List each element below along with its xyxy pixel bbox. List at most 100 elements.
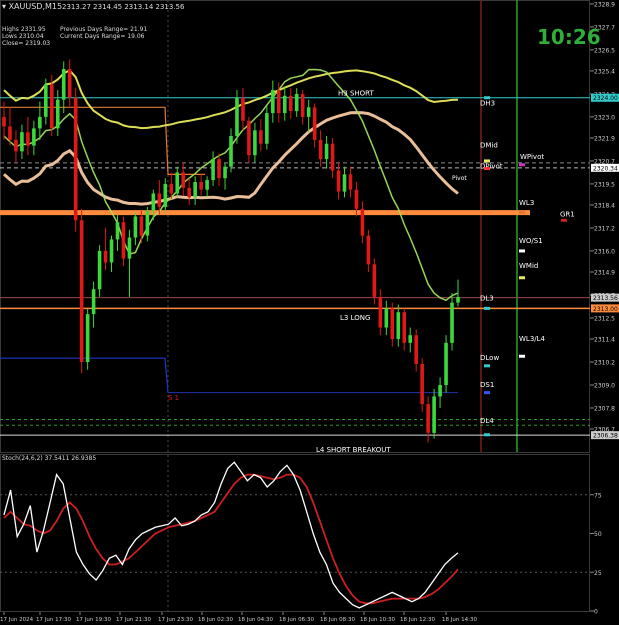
level-label-h3-short: H3 SHORT — [338, 90, 375, 98]
candle-body — [372, 264, 377, 297]
candle-body — [169, 183, 174, 194]
candle-body — [223, 166, 227, 179]
candle-body — [193, 182, 197, 198]
level-label-wl3-l4: WL3/L4 — [519, 335, 546, 343]
candle-body — [408, 335, 413, 343]
time-tick-label: 18 Jun 12:30 — [400, 617, 435, 623]
level-marker — [484, 306, 490, 310]
candle-body — [73, 97, 78, 221]
price-tick-label: 2316.0 — [594, 248, 615, 255]
level-label-wos1: WO/S1 — [519, 237, 543, 245]
candle-body — [384, 308, 389, 328]
level-label-pivot: Pivot — [452, 175, 467, 182]
symbol-label: XAUUSD,M15 — [9, 2, 63, 11]
candle-body — [271, 90, 275, 114]
candle-body — [115, 222, 120, 240]
candle-body — [265, 113, 269, 144]
info-high: Highs 2331.95 — [2, 26, 46, 33]
candle-body — [336, 170, 341, 192]
candle-body — [163, 183, 168, 207]
price-tick-label: 2312.5 — [594, 315, 615, 322]
candle-body — [450, 302, 454, 343]
time-tick-label: 17 Jun 17:30 — [36, 617, 71, 623]
candle-body — [38, 116, 42, 129]
candle-body — [133, 216, 138, 238]
candle-body — [247, 120, 251, 156]
level-marker — [519, 276, 525, 280]
price-tick-label: 2310.2 — [594, 360, 615, 367]
price-tick-label: 2309.0 — [594, 382, 615, 389]
level-marker — [484, 391, 490, 395]
info-prev-range: Previous Days Range= 21.91 — [60, 26, 147, 33]
price-tick-label: 2318.4 — [594, 202, 615, 209]
level-marker — [519, 163, 525, 167]
level-label-wl3: WL3 — [519, 199, 534, 207]
candle-body — [61, 69, 66, 100]
price-tag-label: 2324.00 — [593, 95, 618, 102]
candle-body — [330, 143, 335, 171]
candle-body — [396, 312, 401, 340]
candle-body — [8, 126, 12, 140]
symbol-title: ▾ XAUUSD,M15 — [2, 2, 62, 11]
candle-body — [217, 159, 221, 179]
level-label-gr1: GR1 — [560, 210, 575, 218]
level-label-dh3: DH3 — [480, 99, 495, 107]
price-tag-label: 2306.38 — [593, 433, 618, 440]
price-tick-label: 2321.9 — [594, 135, 615, 142]
trading-chart[interactable]: H3 SHORT DH3 DMid DPivot Pivot WPivot WL3 GR1 WO… — [0, 0, 619, 625]
level-label-dpivot: DPivot — [480, 163, 503, 171]
candle-body — [20, 132, 24, 152]
price-tag-label: 2320.34 — [593, 165, 618, 172]
level-label-l3-long: L3 LONG — [340, 314, 370, 322]
candle-body — [456, 296, 460, 303]
stoch-tick-label: 0 — [594, 609, 598, 616]
candle-body — [282, 95, 287, 114]
candle-body — [187, 187, 191, 198]
price-tick-label: 2314.9 — [594, 270, 615, 277]
time-tick-label: 17 Jun 23:30 — [158, 617, 193, 623]
time-tick-label: 17 Jun 2024 — [0, 617, 34, 623]
stoch-tick-label: 50 — [594, 531, 602, 538]
candle-body — [109, 239, 114, 263]
candle-body — [127, 237, 132, 259]
time-tick-label: 18 Jun 06:30 — [279, 617, 314, 623]
candle-body — [324, 143, 329, 160]
server-clock: 10:26 — [537, 25, 601, 49]
level-marker — [484, 433, 490, 437]
candle-body — [306, 107, 311, 117]
candle-body — [32, 128, 36, 146]
candle-body — [276, 90, 281, 114]
price-tick-label: 2328.9 — [594, 1, 615, 8]
candle-body — [300, 93, 305, 117]
price-tag-label: 2313.56 — [593, 295, 618, 302]
trend-arrow-icon: ▾ — [2, 2, 6, 11]
level-label-ds1: DS1 — [480, 381, 494, 389]
price-tick-label: 2317.2 — [594, 225, 615, 232]
info-curr-range: Current Days Range= 19.06 — [60, 33, 145, 40]
info-close: Close= 2319.03 — [2, 40, 50, 47]
candle-body — [354, 189, 359, 209]
stoch-tick-label: 75 — [594, 492, 602, 499]
time-tick-label: 18 Jun 04:30 — [238, 617, 273, 623]
candle-body — [444, 342, 448, 385]
time-tick-label: 18 Jun 08:30 — [320, 617, 355, 623]
candle-body — [253, 130, 257, 156]
candle-body — [79, 220, 84, 362]
candle-body — [348, 174, 353, 190]
candle-body — [175, 172, 180, 194]
candle-body — [91, 289, 96, 315]
candle-body — [145, 210, 150, 236]
candle-body — [139, 216, 144, 236]
level-label-dmid: DMid — [480, 141, 498, 149]
candle-body — [378, 296, 383, 328]
candle-body — [438, 384, 442, 397]
price-tick-label: 2311.4 — [594, 337, 615, 344]
candle-body — [67, 69, 72, 98]
candle-body — [312, 107, 317, 140]
candle-body — [103, 250, 108, 263]
candle-body — [205, 180, 209, 190]
candle-body — [235, 97, 239, 137]
candle-body — [342, 174, 347, 192]
candle-body — [414, 335, 418, 364]
candle-body — [121, 222, 126, 259]
